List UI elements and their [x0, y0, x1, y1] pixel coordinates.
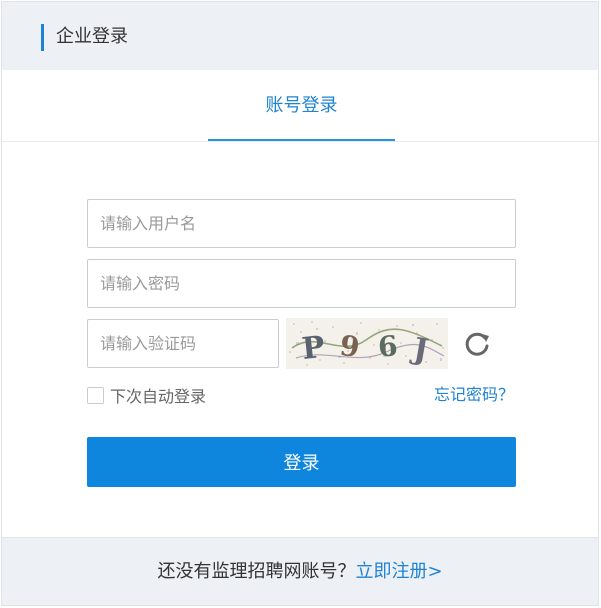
forgot-password-link[interactable]: 忘记密码？ — [434, 382, 514, 408]
refresh-icon[interactable] — [461, 328, 493, 360]
panel-header: 企业登录 — [2, 2, 598, 70]
login-button[interactable]: 登录 — [87, 437, 516, 487]
register-link[interactable]: 立即注册> — [355, 561, 442, 582]
login-tabs: 账号登录 — [2, 70, 598, 142]
captcha-char-3: 6 — [377, 329, 399, 363]
captcha-image[interactable]: P 9 6 J — [286, 318, 448, 369]
password-input[interactable] — [87, 259, 516, 308]
captcha-input[interactable] — [87, 319, 279, 368]
tab-account-login[interactable]: 账号登录 — [208, 70, 395, 141]
remember-checkbox[interactable] — [87, 386, 104, 404]
login-panel: 企业登录 账号登录 请输入用户名 请输入验证码 P 9 6 J 下次自动登录 忘… — [1, 1, 599, 606]
remember-label: 下次自动登录 — [110, 387, 207, 406]
captcha-char-1: P — [300, 330, 326, 367]
panel-footer: 还没有监理招聘网账号？立即注册> — [2, 537, 598, 605]
page-title: 企业登录 — [56, 26, 128, 47]
register-prompt: 还没有监理招聘网账号？ — [157, 561, 356, 582]
username-input[interactable] — [87, 199, 516, 248]
header-accent-bar — [41, 24, 44, 51]
remember-me[interactable]: 下次自动登录 — [87, 382, 206, 408]
